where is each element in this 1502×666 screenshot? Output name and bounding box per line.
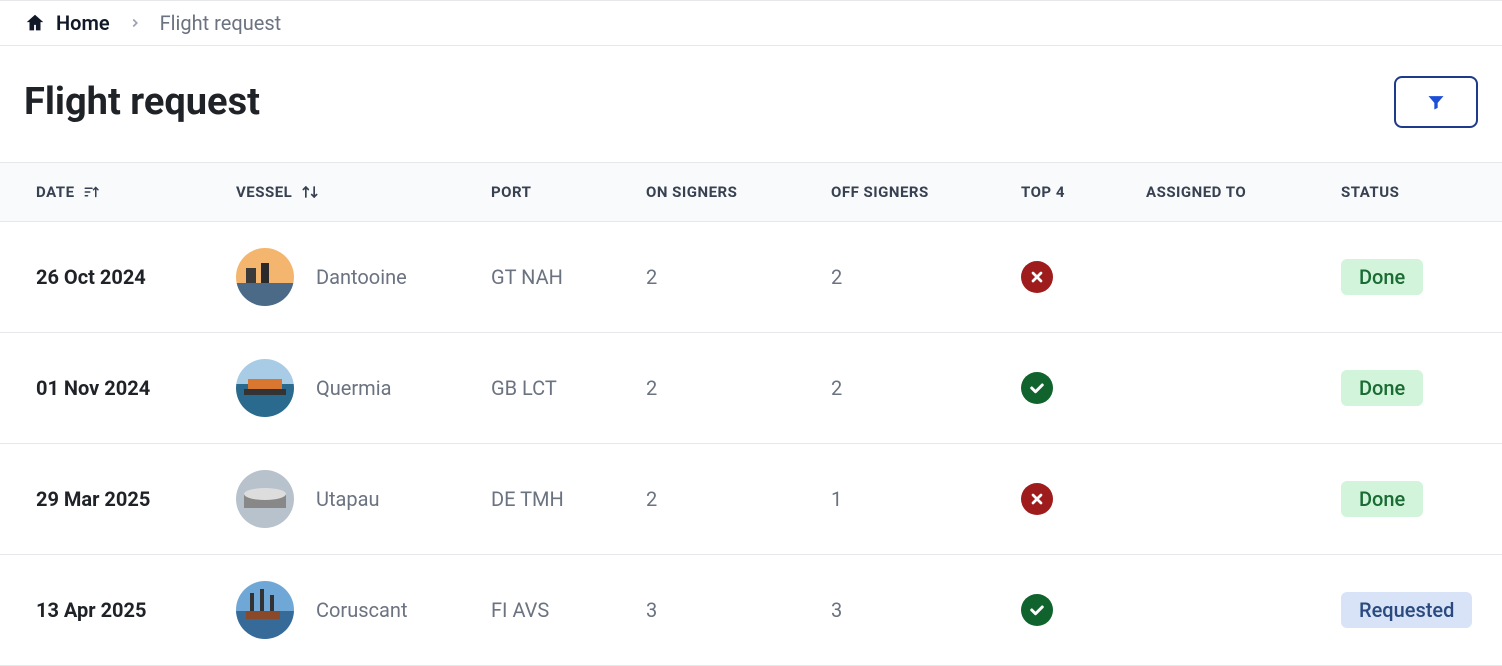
vessel-avatar (236, 359, 294, 417)
cell-date: 26 Oct 2024 (36, 265, 236, 289)
cell-top4 (1021, 594, 1146, 626)
cell-status: Done (1341, 481, 1502, 517)
page-title: Flight request (24, 80, 260, 124)
column-label: OFF SIGNERS (831, 183, 929, 201)
cell-vessel: Coruscant (236, 581, 491, 639)
status-badge: Done (1341, 370, 1423, 406)
cell-top4 (1021, 372, 1146, 404)
cell-status: Requested (1341, 592, 1502, 628)
cell-top4 (1021, 261, 1146, 293)
column-header-on-signers[interactable]: ON SIGNERS (646, 183, 831, 201)
vessel-name: Dantooine (316, 265, 407, 289)
chevron-right-icon (128, 16, 142, 30)
breadcrumb-home-label: Home (56, 11, 110, 35)
cell-top4 (1021, 483, 1146, 515)
vessel-name: Quermia (316, 376, 391, 400)
table-row[interactable]: 01 Nov 2024QuermiaGB LCT22Done (0, 333, 1502, 444)
status-badge: Done (1341, 259, 1423, 295)
top4-badge (1021, 483, 1053, 515)
filter-button[interactable] (1394, 76, 1478, 128)
breadcrumb-current: Flight request (160, 11, 282, 35)
table-row[interactable]: 26 Oct 2024DantooineGT NAH22Done (0, 222, 1502, 333)
cell-off-signers: 2 (831, 265, 1021, 289)
cell-port: DE TMH (491, 487, 646, 511)
cell-off-signers: 1 (831, 487, 1021, 511)
check-icon (1028, 601, 1046, 619)
column-header-port[interactable]: PORT (491, 183, 646, 201)
cell-on-signers: 3 (646, 598, 831, 622)
cross-icon (1029, 491, 1045, 507)
cell-off-signers: 3 (831, 598, 1021, 622)
cell-on-signers: 2 (646, 487, 831, 511)
column-label: VESSEL (236, 183, 292, 201)
column-label: STATUS (1341, 183, 1399, 201)
sort-asc-icon (83, 185, 101, 199)
cell-off-signers: 2 (831, 376, 1021, 400)
page-header: Flight request (0, 46, 1502, 162)
vessel-avatar (236, 581, 294, 639)
column-label: PORT (491, 183, 531, 201)
breadcrumb: Home Flight request (0, 1, 1502, 45)
vessel-name: Coruscant (316, 598, 407, 622)
status-badge: Requested (1341, 592, 1472, 628)
column-label: TOP 4 (1021, 183, 1065, 201)
cell-on-signers: 2 (646, 265, 831, 289)
cell-date: 29 Mar 2025 (36, 487, 236, 511)
column-header-status[interactable]: STATUS (1341, 183, 1502, 201)
column-header-assigned-to[interactable]: ASSIGNED TO (1146, 183, 1341, 201)
vessel-name: Utapau (316, 487, 380, 511)
column-header-top4[interactable]: TOP 4 (1021, 183, 1146, 201)
check-icon (1028, 379, 1046, 397)
table-header: DATE VESSEL PORT ON SIGNERS OFF SIGNERS … (0, 163, 1502, 222)
cell-status: Done (1341, 259, 1502, 295)
vessel-avatar (236, 248, 294, 306)
column-header-date[interactable]: DATE (36, 183, 236, 201)
vessel-avatar (236, 470, 294, 528)
top4-badge (1021, 594, 1053, 626)
table-row[interactable]: 29 Mar 2025 Utapau DE TMH21 Done (0, 444, 1502, 555)
cell-port: GT NAH (491, 265, 646, 289)
cell-vessel: Quermia (236, 359, 491, 417)
cell-port: GB LCT (491, 376, 646, 400)
filter-icon (1426, 92, 1446, 112)
top4-badge (1021, 372, 1053, 404)
breadcrumb-home-link[interactable]: Home (24, 11, 110, 35)
cell-on-signers: 2 (646, 376, 831, 400)
cell-vessel: Dantooine (236, 248, 491, 306)
column-header-off-signers[interactable]: OFF SIGNERS (831, 183, 1021, 201)
cell-port: FI AVS (491, 598, 646, 622)
cell-date: 01 Nov 2024 (36, 376, 236, 400)
top4-badge (1021, 261, 1053, 293)
column-label: DATE (36, 183, 75, 201)
cell-status: Done (1341, 370, 1502, 406)
home-icon (24, 12, 46, 34)
status-badge: Done (1341, 481, 1423, 517)
cell-date: 13 Apr 2025 (36, 598, 236, 622)
column-header-vessel[interactable]: VESSEL (236, 183, 491, 201)
flight-request-table: DATE VESSEL PORT ON SIGNERS OFF SIGNERS … (0, 162, 1502, 666)
cross-icon (1029, 269, 1045, 285)
column-label: ASSIGNED TO (1146, 183, 1246, 201)
cell-vessel: Utapau (236, 470, 491, 528)
sort-both-icon (300, 184, 320, 200)
table-row[interactable]: 13 Apr 2025CoruscantFI AVS33Requested (0, 555, 1502, 666)
column-label: ON SIGNERS (646, 183, 737, 201)
